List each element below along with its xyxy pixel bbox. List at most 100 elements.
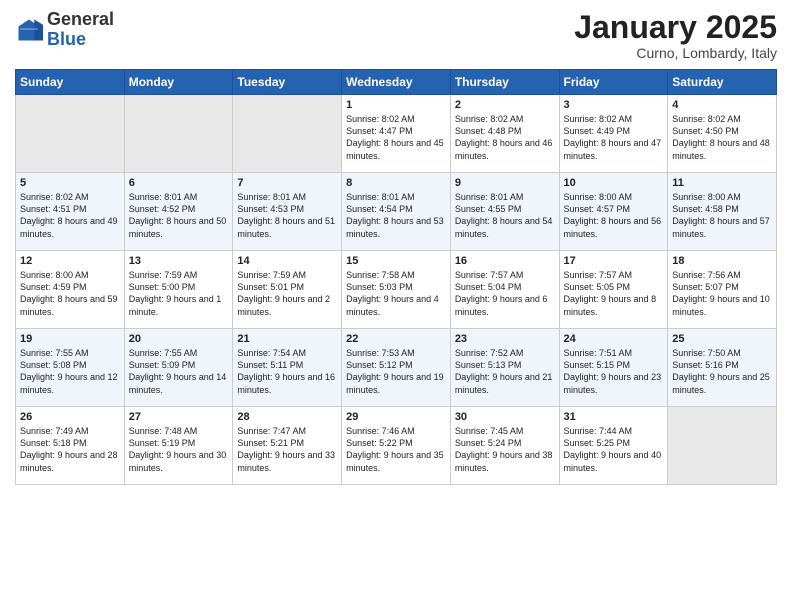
day-info: Sunrise: 8:01 AMSunset: 4:54 PMDaylight:… xyxy=(346,192,444,238)
day-number: 8 xyxy=(346,177,446,189)
day-number: 23 xyxy=(455,333,555,345)
calendar-cell: 15 Sunrise: 7:58 AMSunset: 5:03 PMDayligh… xyxy=(342,251,451,329)
day-info: Sunrise: 8:00 AMSunset: 4:58 PMDaylight:… xyxy=(672,192,770,238)
day-info: Sunrise: 7:47 AMSunset: 5:21 PMDaylight:… xyxy=(237,426,335,472)
day-number: 29 xyxy=(346,411,446,423)
day-info: Sunrise: 8:02 AMSunset: 4:51 PMDaylight:… xyxy=(20,192,118,238)
calendar-cell: 2 Sunrise: 8:02 AMSunset: 4:48 PMDaylight… xyxy=(450,95,559,173)
day-info: Sunrise: 7:51 AMSunset: 5:15 PMDaylight:… xyxy=(564,348,662,394)
calendar-table: SundayMondayTuesdayWednesdayThursdayFrid… xyxy=(15,69,777,485)
day-info: Sunrise: 7:50 AMSunset: 5:16 PMDaylight:… xyxy=(672,348,770,394)
day-number: 11 xyxy=(672,177,772,189)
page-container: General Blue January 2025 Curno, Lombard… xyxy=(0,0,792,495)
day-number: 3 xyxy=(564,99,664,111)
logo-general: General xyxy=(47,9,114,29)
calendar-cell xyxy=(124,95,233,173)
day-number: 19 xyxy=(20,333,120,345)
weekday-header-row: SundayMondayTuesdayWednesdayThursdayFrid… xyxy=(16,70,777,95)
calendar-cell: 31Sunrise: 7:44 AMSunset: 5:25 PMDayligh… xyxy=(559,407,668,485)
calendar-cell: 5 Sunrise: 8:02 AMSunset: 4:51 PMDaylight… xyxy=(16,173,125,251)
calendar-cell: 22 Sunrise: 7:53 AMSunset: 5:12 PMDayligh… xyxy=(342,329,451,407)
day-number: 27 xyxy=(129,411,229,423)
weekday-header: Saturday xyxy=(668,70,777,95)
day-info: Sunrise: 7:57 AMSunset: 5:05 PMDaylight:… xyxy=(564,270,657,316)
calendar-cell: 10 Sunrise: 8:00 AMSunset: 4:57 PMDayligh… xyxy=(559,173,668,251)
calendar-cell: 28 Sunrise: 7:47 AMSunset: 5:21 PMDayligh… xyxy=(233,407,342,485)
day-number: 20 xyxy=(129,333,229,345)
calendar-cell: 19Sunrise: 7:55 AMSunset: 5:08 PMDayligh… xyxy=(16,329,125,407)
day-number: 4 xyxy=(672,99,772,111)
day-info: Sunrise: 7:55 AMSunset: 5:09 PMDaylight:… xyxy=(129,348,227,394)
calendar-cell: 29 Sunrise: 7:46 AMSunset: 5:22 PMDayligh… xyxy=(342,407,451,485)
logo-blue: Blue xyxy=(47,29,86,49)
day-number: 7 xyxy=(237,177,337,189)
location-subtitle: Curno, Lombardy, Italy xyxy=(574,45,777,61)
calendar-cell: 24Sunrise: 7:51 AMSunset: 5:15 PMDayligh… xyxy=(559,329,668,407)
day-info: Sunrise: 7:49 AMSunset: 5:18 PMDaylight:… xyxy=(20,426,118,472)
calendar-cell: 8 Sunrise: 8:01 AMSunset: 4:54 PMDaylight… xyxy=(342,173,451,251)
calendar-cell: 1 Sunrise: 8:02 AMSunset: 4:47 PMDaylight… xyxy=(342,95,451,173)
day-info: Sunrise: 7:46 AMSunset: 5:22 PMDaylight:… xyxy=(346,426,444,472)
calendar-cell: 6 Sunrise: 8:01 AMSunset: 4:52 PMDaylight… xyxy=(124,173,233,251)
day-info: Sunrise: 7:58 AMSunset: 5:03 PMDaylight:… xyxy=(346,270,439,316)
calendar-cell: 27 Sunrise: 7:48 AMSunset: 5:19 PMDayligh… xyxy=(124,407,233,485)
weekday-header: Sunday xyxy=(16,70,125,95)
calendar-cell xyxy=(668,407,777,485)
day-number: 10 xyxy=(564,177,664,189)
calendar-cell: 3 Sunrise: 8:02 AMSunset: 4:49 PMDaylight… xyxy=(559,95,668,173)
day-number: 6 xyxy=(129,177,229,189)
calendar-week-row: 26 Sunrise: 7:49 AMSunset: 5:18 PMDayligh… xyxy=(16,407,777,485)
calendar-cell: 9Sunrise: 8:01 AMSunset: 4:55 PMDaylight… xyxy=(450,173,559,251)
day-info: Sunrise: 7:54 AMSunset: 5:11 PMDaylight:… xyxy=(237,348,335,394)
calendar-cell: 17Sunrise: 7:57 AMSunset: 5:05 PMDayligh… xyxy=(559,251,668,329)
calendar-week-row: 19Sunrise: 7:55 AMSunset: 5:08 PMDayligh… xyxy=(16,329,777,407)
logo-icon xyxy=(15,16,43,44)
calendar-cell: 25Sunrise: 7:50 AMSunset: 5:16 PMDayligh… xyxy=(668,329,777,407)
weekday-header: Wednesday xyxy=(342,70,451,95)
logo-text: General Blue xyxy=(47,10,114,50)
day-info: Sunrise: 8:02 AMSunset: 4:49 PMDaylight:… xyxy=(564,114,662,160)
day-info: Sunrise: 8:01 AMSunset: 4:53 PMDaylight:… xyxy=(237,192,335,238)
day-number: 5 xyxy=(20,177,120,189)
day-number: 18 xyxy=(672,255,772,267)
calendar-cell: 26 Sunrise: 7:49 AMSunset: 5:18 PMDayligh… xyxy=(16,407,125,485)
day-number: 12 xyxy=(20,255,120,267)
day-number: 16 xyxy=(455,255,555,267)
day-info: Sunrise: 7:52 AMSunset: 5:13 PMDaylight:… xyxy=(455,348,553,394)
day-info: Sunrise: 8:00 AMSunset: 4:57 PMDaylight:… xyxy=(564,192,662,238)
calendar-cell: 20 Sunrise: 7:55 AMSunset: 5:09 PMDayligh… xyxy=(124,329,233,407)
day-number: 9 xyxy=(455,177,555,189)
day-number: 1 xyxy=(346,99,446,111)
day-number: 30 xyxy=(455,411,555,423)
calendar-cell: 18Sunrise: 7:56 AMSunset: 5:07 PMDayligh… xyxy=(668,251,777,329)
day-info: Sunrise: 8:00 AMSunset: 4:59 PMDaylight:… xyxy=(20,270,118,316)
day-info: Sunrise: 7:57 AMSunset: 5:04 PMDaylight:… xyxy=(455,270,548,316)
calendar-cell: 11 Sunrise: 8:00 AMSunset: 4:58 PMDayligh… xyxy=(668,173,777,251)
day-info: Sunrise: 7:48 AMSunset: 5:19 PMDaylight:… xyxy=(129,426,227,472)
title-block: January 2025 Curno, Lombardy, Italy xyxy=(574,10,777,61)
day-number: 13 xyxy=(129,255,229,267)
weekday-header: Tuesday xyxy=(233,70,342,95)
day-number: 2 xyxy=(455,99,555,111)
calendar-cell: 13Sunrise: 7:59 AMSunset: 5:00 PMDayligh… xyxy=(124,251,233,329)
day-info: Sunrise: 7:44 AMSunset: 5:25 PMDaylight:… xyxy=(564,426,662,472)
calendar-cell: 23 Sunrise: 7:52 AMSunset: 5:13 PMDayligh… xyxy=(450,329,559,407)
month-title: January 2025 xyxy=(574,10,777,45)
logo: General Blue xyxy=(15,10,114,50)
calendar-week-row: 5 Sunrise: 8:02 AMSunset: 4:51 PMDaylight… xyxy=(16,173,777,251)
day-info: Sunrise: 7:59 AMSunset: 5:01 PMDaylight:… xyxy=(237,270,330,316)
calendar-week-row: 1 Sunrise: 8:02 AMSunset: 4:47 PMDaylight… xyxy=(16,95,777,173)
day-info: Sunrise: 8:01 AMSunset: 4:52 PMDaylight:… xyxy=(129,192,227,238)
day-info: Sunrise: 7:53 AMSunset: 5:12 PMDaylight:… xyxy=(346,348,444,394)
calendar-cell: 16 Sunrise: 7:57 AMSunset: 5:04 PMDayligh… xyxy=(450,251,559,329)
day-number: 26 xyxy=(20,411,120,423)
day-number: 22 xyxy=(346,333,446,345)
day-number: 28 xyxy=(237,411,337,423)
day-info: Sunrise: 8:02 AMSunset: 4:47 PMDaylight:… xyxy=(346,114,444,160)
day-number: 15 xyxy=(346,255,446,267)
day-number: 14 xyxy=(237,255,337,267)
calendar-cell: 4Sunrise: 8:02 AMSunset: 4:50 PMDaylight… xyxy=(668,95,777,173)
day-info: Sunrise: 7:45 AMSunset: 5:24 PMDaylight:… xyxy=(455,426,553,472)
calendar-week-row: 12 Sunrise: 8:00 AMSunset: 4:59 PMDayligh… xyxy=(16,251,777,329)
day-info: Sunrise: 8:02 AMSunset: 4:48 PMDaylight:… xyxy=(455,114,553,160)
